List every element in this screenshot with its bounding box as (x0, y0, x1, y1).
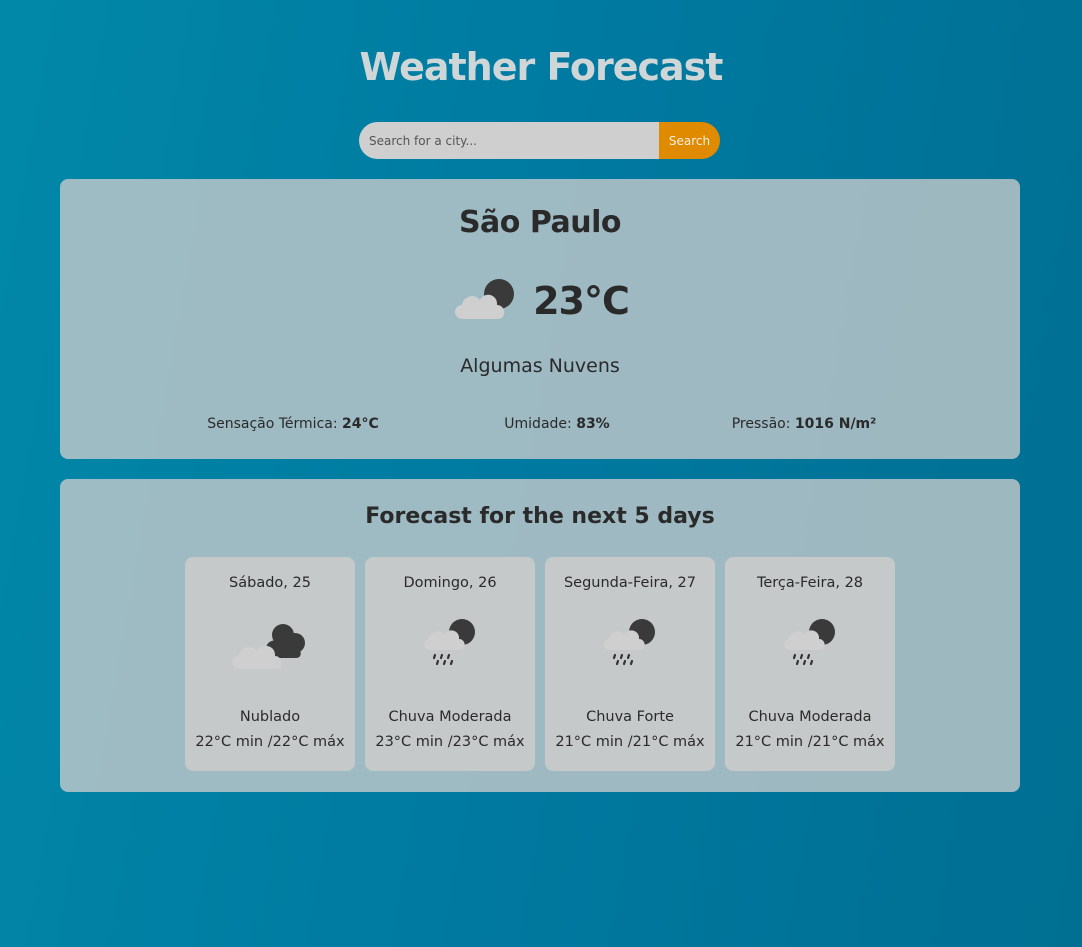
forecast-day-card: Domingo, 26 Chuva Moderada 23°C min /23°… (365, 557, 535, 771)
partly-cloudy-night-icon (451, 274, 519, 328)
day-temperature-range: 23°C min /23°C máx (375, 734, 525, 750)
pressure-stat: Pressão: 1016 N/m² (732, 416, 877, 432)
day-temperature-range: 21°C min /21°C máx (735, 734, 885, 750)
search-input[interactable] (359, 122, 659, 159)
cloudy-night-icon (225, 611, 315, 685)
forecast-panel: Forecast for the next 5 days Sábado, 25 … (60, 479, 1020, 792)
pressure-label: Pressão: (731, 416, 791, 432)
forecast-day-card: Sábado, 25 Nublado 22°C min /22°C máx (185, 557, 355, 771)
rain-night-icon (765, 611, 855, 685)
day-condition: Chuva Moderada (748, 709, 872, 725)
day-temperature-range: 22°C min /22°C máx (195, 734, 345, 750)
day-date: Segunda-Feira, 27 (563, 575, 697, 591)
feels-like-stat: Sensação Térmica: 24°C (207, 416, 379, 432)
humidity-stat: Umidade: 83% (504, 416, 609, 432)
forecast-days: Sábado, 25 Nublado 22°C min /22°C máx Do… (185, 557, 895, 771)
day-condition: Nublado (239, 709, 301, 725)
rain-night-icon (585, 611, 675, 685)
temperature-row: 23°C (60, 274, 1020, 328)
humidity-label: Umidade: (504, 416, 572, 432)
current-temperature: 23°C (533, 279, 630, 323)
humidity-value: 83% (576, 416, 610, 432)
current-condition: Algumas Nuvens (460, 355, 620, 377)
rain-night-icon (405, 611, 495, 685)
feels-like-value: 24°C (342, 416, 379, 432)
forecast-title: Forecast for the next 5 days (365, 504, 715, 529)
day-date: Domingo, 26 (403, 575, 497, 591)
day-temperature-range: 21°C min /21°C máx (555, 734, 705, 750)
pressure-value: 1016 N/m² (794, 416, 877, 432)
day-condition: Chuva Forte (586, 709, 674, 725)
page-title: Weather Forecast (359, 45, 724, 89)
feels-like-label: Sensação Térmica: (207, 416, 338, 432)
day-condition: Chuva Moderada (388, 709, 512, 725)
day-date: Terça-Feira, 28 (756, 575, 864, 591)
forecast-day-card: Segunda-Feira, 27 Chuva Forte 21°C min /… (545, 557, 715, 771)
search-button[interactable]: Search (659, 122, 720, 159)
day-date: Sábado, 25 (229, 575, 311, 591)
current-weather-panel: São Paulo 23°C Algumas Nuvens Sensação T… (60, 179, 1020, 459)
forecast-day-card: Terça-Feira, 28 Chuva Moderada 21°C min … (725, 557, 895, 771)
search-bar: Search (359, 122, 720, 159)
weather-stats: Sensação Térmica: 24°C Umidade: 83% Pres… (60, 416, 1020, 436)
city-name: São Paulo (458, 205, 622, 240)
